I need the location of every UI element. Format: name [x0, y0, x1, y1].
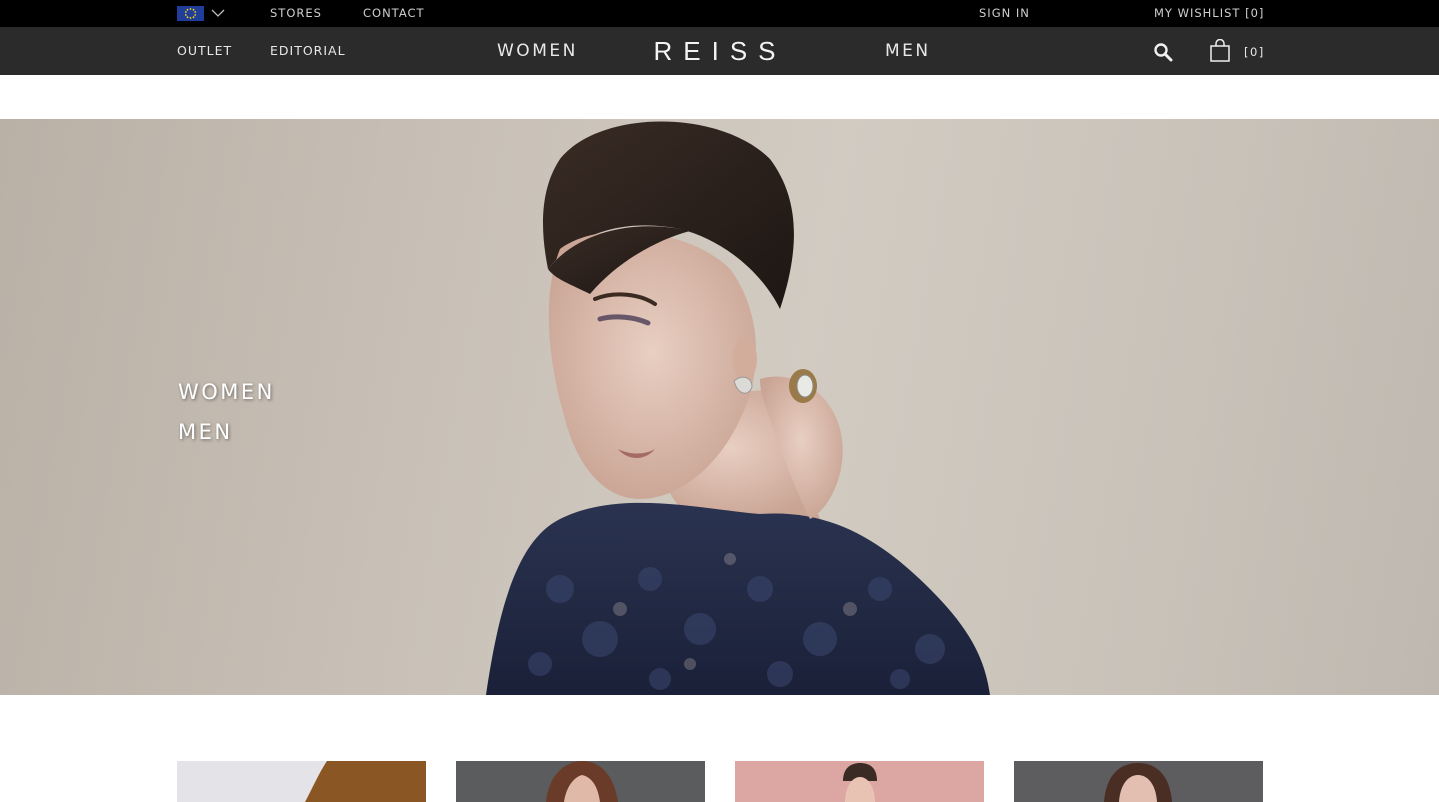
shopping-bag-icon[interactable]	[1209, 38, 1231, 63]
hero-image	[486, 121, 990, 695]
nav-editorial[interactable]: EDITORIAL	[270, 27, 346, 75]
hero-men-link[interactable]: MEN	[178, 420, 233, 444]
contact-link[interactable]: CONTACT	[363, 0, 425, 27]
utility-bar: STORES CONTACT SIGN IN MY WISHLIST [0]	[0, 0, 1439, 27]
hero-banner[interactable]: WOMEN MEN	[0, 119, 1439, 695]
main-nav: OUTLET EDITORIAL WOMEN REISS MEN [0]	[0, 27, 1439, 75]
sign-in-link[interactable]: SIGN IN	[979, 0, 1030, 27]
brand-logo[interactable]: REISS	[646, 27, 794, 75]
search-icon[interactable]	[1153, 42, 1173, 62]
nav-women[interactable]: WOMEN	[497, 27, 578, 75]
category-tile-1[interactable]	[177, 761, 426, 802]
category-tile-3[interactable]	[735, 761, 984, 802]
stores-link[interactable]: STORES	[270, 0, 322, 27]
chevron-down-icon[interactable]	[211, 7, 225, 17]
category-tile-2[interactable]	[456, 761, 705, 802]
eu-flag-icon[interactable]	[177, 6, 204, 21]
nav-outlet[interactable]: OUTLET	[177, 27, 232, 75]
nav-men[interactable]: MEN	[885, 27, 931, 75]
hero-women-link[interactable]: WOMEN	[178, 380, 275, 404]
wishlist-link[interactable]: MY WISHLIST [0]	[1154, 0, 1264, 27]
bag-count[interactable]: [0]	[1244, 27, 1265, 75]
category-tile-4[interactable]	[1014, 761, 1263, 802]
